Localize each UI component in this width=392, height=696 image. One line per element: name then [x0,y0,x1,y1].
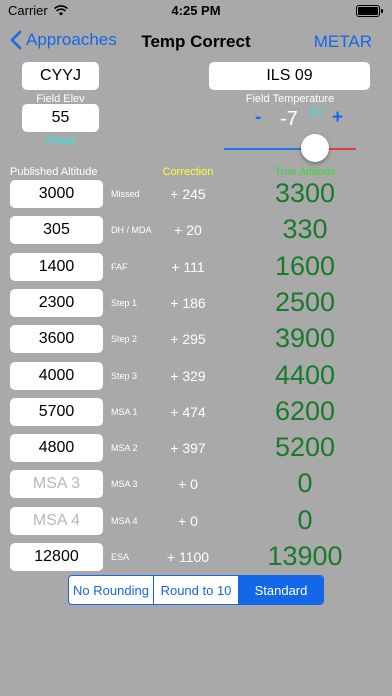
navigation-bar: Approaches Temp Correct METAR [0,22,392,60]
row-label: DH / MDA [111,225,152,236]
true-altitude-value: 3300 [274,178,336,208]
correction-value: + 397 [170,440,206,457]
true-altitude-value: 2500 [274,286,336,317]
correction-value: + 474 [170,403,206,420]
field-temp-label: Field Temperature [245,93,335,105]
correction-value: + 329 [170,367,206,384]
true-altitude-header: True Altitude [274,166,336,178]
published-altitude-input[interactable]: 1400 [10,252,103,281]
correction-value: + 186 [170,294,206,311]
true-altitude-value: 6200 [274,395,336,426]
row-label: Step 1 [111,297,138,308]
published-altitude-input[interactable]: MSA 3 [10,470,103,499]
correction-header: Correction [162,166,214,178]
published-altitude-input[interactable]: 5700 [10,397,103,426]
correction-value: + 1100 [166,549,210,565]
correction-value: + 0 [178,476,198,493]
row-label: MSA 3 [111,479,138,490]
true-altitude-value: 4400 [274,359,336,390]
true-altitude-value: 330 [282,214,328,245]
correction-value: + 111 [171,258,205,275]
correction-value: + 295 [170,331,206,348]
correction-value: + 245 [170,186,206,202]
true-altitude-value: 0 [297,468,313,499]
published-altitude-input[interactable]: 4000 [10,361,103,390]
status-bar: Carrier 4:25 PM [0,0,392,22]
true-altitude-value: 3900 [274,323,336,354]
temp-slider-thumb[interactable] [301,134,330,162]
published-altitude-input[interactable]: 3000 [10,180,103,208]
field-temp-value: -7 [280,108,298,130]
field-elev-input[interactable]: 55 [22,104,99,132]
back-button[interactable]: Approaches [10,30,117,50]
clock: 4:25 PM [171,3,221,18]
approach-field[interactable]: ILS 09 [209,62,370,90]
published-altitude-input[interactable]: 12800 [10,543,103,571]
rounding-option-2[interactable]: Standard [239,576,323,604]
rounding-option-1[interactable]: Round to 10 [154,576,239,604]
row-label: Missed [111,189,140,199]
back-button-label: Approaches [26,30,117,49]
row-label: MSA 2 [111,443,138,454]
rounding-segmented-control: No Rounding Round to 10 Standard [68,575,324,605]
row-label: ESA [111,552,130,562]
row-label: Step 3 [111,370,138,381]
correction-value: + 20 [174,222,202,239]
true-altitude-value: 1600 [274,250,336,281]
row-label: Step 2 [111,334,138,345]
row-label: MSA 1 [111,406,138,417]
published-altitude-input[interactable]: MSA 4 [10,506,103,535]
row-label: FAF [111,261,128,272]
published-altitude-input[interactable]: 4800 [10,434,103,463]
rounding-option-0[interactable]: No Rounding [69,576,154,604]
airport-field[interactable]: CYYJ [22,62,99,90]
field-temp-unit: (C) [309,106,325,118]
published-altitude-header: Published Altitude [10,166,98,178]
temp-decrement-button[interactable]: - [255,107,261,129]
published-altitude-input[interactable]: 2300 [10,288,103,317]
published-altitude-input[interactable]: 3600 [10,325,103,354]
published-altitude-input[interactable]: 305 [10,216,103,245]
correction-value: + 0 [178,512,198,529]
true-altitude-value: 13900 [267,541,343,571]
row-label: MSA 4 [111,515,138,526]
true-altitude-value: 0 [297,504,313,535]
true-altitude-value: 5200 [274,432,336,463]
field-elev-unit: (Feet) [45,135,76,147]
metar-button[interactable]: METAR [314,32,372,52]
temp-increment-button[interactable]: + [332,107,343,129]
battery-icon [356,5,383,17]
chevron-left-icon [10,30,22,50]
